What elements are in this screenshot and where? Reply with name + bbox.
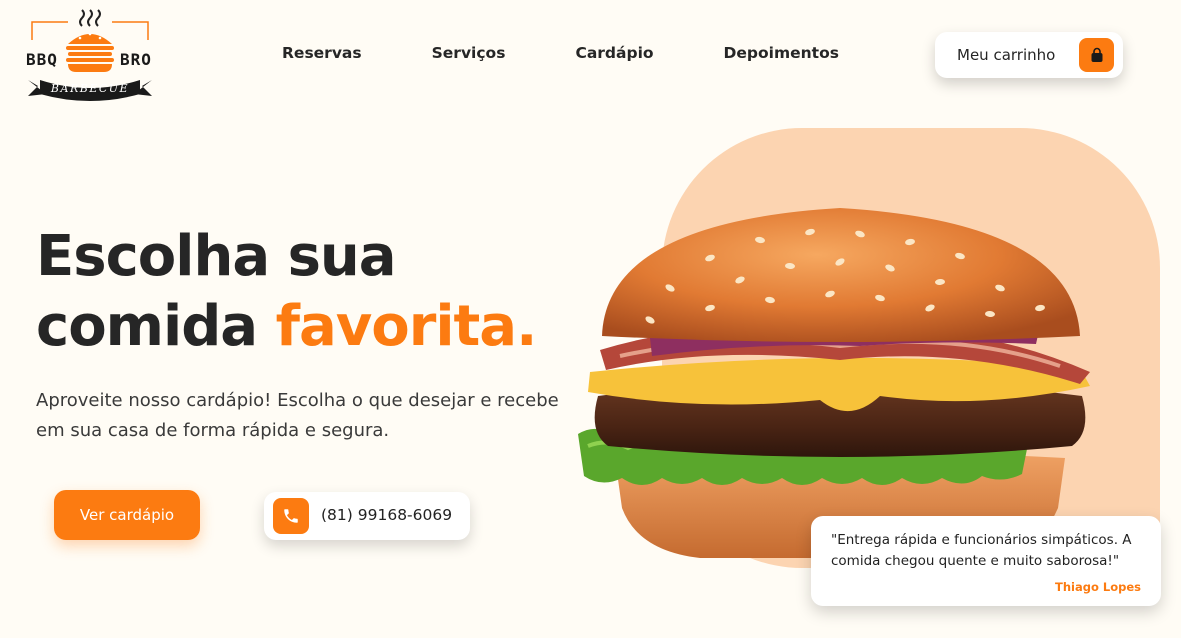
hero-title-accent: favorita. xyxy=(275,294,538,359)
shopping-bag-icon xyxy=(1079,38,1114,72)
view-menu-button[interactable]: Ver cardápio xyxy=(54,490,200,540)
brand-ribbon-text: BARBECUE xyxy=(50,82,130,95)
cart-label: Meu carrinho xyxy=(957,46,1056,64)
hero-title-line1: Escolha sua xyxy=(36,224,397,289)
testimonial-quote: "Entrega rápida e funcionários simpático… xyxy=(831,532,1132,569)
cart-button[interactable]: Meu carrinho xyxy=(935,32,1123,78)
phone-icon xyxy=(273,498,309,534)
nav-item-reservas[interactable]: Reservas xyxy=(282,44,362,62)
hero-title: Escolha sua comida favorita. xyxy=(36,222,538,362)
brand-right-text: BRO xyxy=(120,50,152,69)
nav-item-servicos[interactable]: Serviços xyxy=(432,44,506,62)
phone-number: (81) 99168-6069 xyxy=(321,506,453,524)
brand-logo[interactable]: BBQ BRO BARBECUE xyxy=(24,6,156,106)
main-nav: Reservas Serviços Cardápio Depoimentos xyxy=(282,44,909,62)
testimonial-card: "Entrega rápida e funcionários simpático… xyxy=(811,516,1161,606)
hero-title-line2: comida xyxy=(36,294,276,359)
nav-item-depoimentos[interactable]: Depoimentos xyxy=(724,44,839,62)
nav-item-cardapio[interactable]: Cardápio xyxy=(575,44,653,62)
burger-image xyxy=(578,208,1090,558)
testimonial-author: Thiago Lopes xyxy=(1055,580,1141,594)
phone-button[interactable]: (81) 99168-6069 xyxy=(264,492,470,540)
hero-subtitle: Aproveite nosso cardápio! Escolha o que … xyxy=(36,390,559,441)
brand-left-text: BBQ xyxy=(26,50,58,69)
